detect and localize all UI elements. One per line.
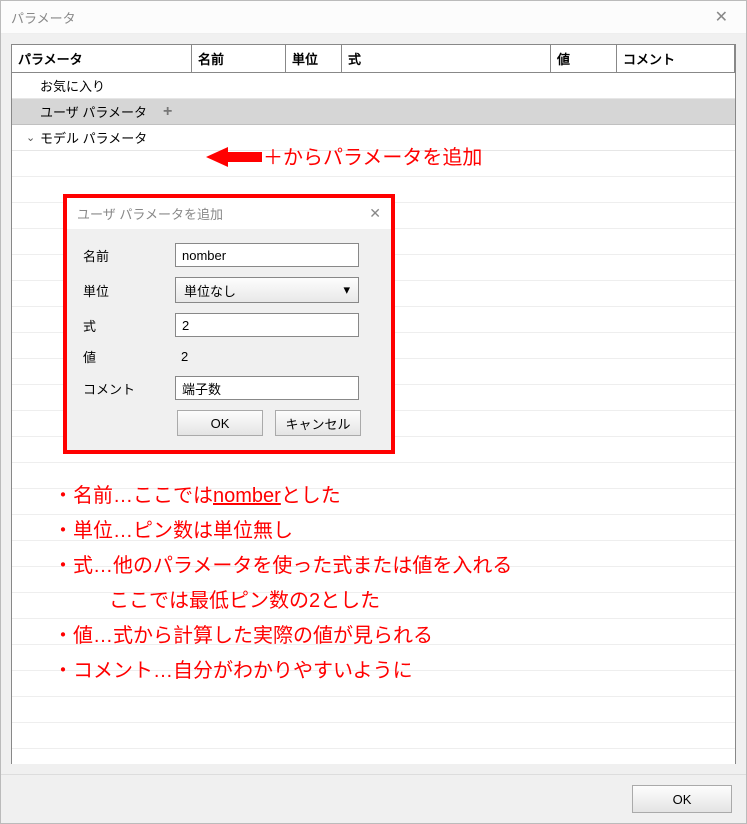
input-expr[interactable]	[175, 313, 359, 337]
grid-header: パラメータ 名前 単位 式 値 コメント	[12, 45, 735, 73]
label-name: 名前	[83, 246, 175, 265]
dialog-title: ユーザ パラメータを追加	[77, 204, 223, 223]
tree-label: ユーザ パラメータ	[40, 102, 147, 121]
note-value: ・値…式から計算した実際の値が見られる	[53, 619, 512, 654]
note-expr-cont: ここでは最低ピン数の2とした	[53, 584, 512, 619]
col-expr[interactable]: 式	[342, 45, 551, 72]
col-name[interactable]: 名前	[192, 45, 286, 72]
add-user-param-dialog: ユーザ パラメータを追加 ✕ 名前 単位 単位なし ▾ 式	[63, 194, 395, 454]
chevron-down-icon: ▾	[343, 282, 350, 298]
note-name: ・名前…ここではnomberとした	[53, 479, 512, 514]
col-unit[interactable]: 単位	[286, 45, 342, 72]
chevron-down-icon[interactable]: ⌄	[26, 131, 35, 144]
dialog-buttons: OK キャンセル	[83, 410, 375, 438]
value-display: 2	[175, 349, 188, 364]
annotation-arrow-text: ＋からパラメータを追加	[263, 141, 482, 170]
tree-label: お気に入り	[40, 76, 105, 95]
dialog-ok-button[interactable]: OK	[177, 410, 263, 436]
window-title: パラメータ	[11, 8, 76, 27]
col-value[interactable]: 値	[551, 45, 617, 72]
select-unit[interactable]: 単位なし ▾	[175, 277, 359, 303]
row-comment: コメント	[83, 376, 375, 400]
input-name[interactable]	[175, 243, 359, 267]
close-icon[interactable]: ✕	[707, 7, 736, 27]
tree-favorites[interactable]: お気に入り	[12, 73, 735, 99]
dialog-close-icon[interactable]: ✕	[369, 205, 381, 222]
tree-user-params[interactable]: ユーザ パラメータ +	[12, 99, 735, 125]
row-name: 名前	[83, 243, 375, 267]
tree-label: モデル パラメータ	[40, 128, 147, 147]
dialog-cancel-button[interactable]: キャンセル	[275, 410, 361, 436]
label-value: 値	[83, 347, 175, 366]
label-expr: 式	[83, 316, 175, 335]
dialog-titlebar: ユーザ パラメータを追加 ✕	[67, 198, 391, 229]
col-parameter[interactable]: パラメータ	[12, 45, 192, 72]
note-unit: ・単位…ピン数は単位無し	[53, 514, 512, 549]
label-comment: コメント	[83, 379, 175, 398]
annotation-notes: ・名前…ここではnomberとした ・単位…ピン数は単位無し ・式…他のパラメー…	[53, 479, 512, 689]
note-expr: ・式…他のパラメータを使った式または値を入れる	[53, 549, 512, 584]
dialog-form: 名前 単位 単位なし ▾ 式 値 2	[67, 229, 391, 450]
add-user-param-icon[interactable]: +	[163, 103, 172, 121]
select-unit-value: 単位なし	[184, 281, 236, 300]
input-comment[interactable]	[175, 376, 359, 400]
note-comment: ・コメント…自分がわかりやすいように	[53, 654, 512, 689]
row-unit: 単位 単位なし ▾	[83, 277, 375, 303]
tree: お気に入り ユーザ パラメータ + ⌄ モデル パラメータ	[12, 73, 735, 151]
content-area: パラメータ 名前 単位 式 値 コメント お気に入り ユーザ パラメータ +	[1, 34, 746, 774]
main-ok-button[interactable]: OK	[632, 785, 732, 813]
label-unit: 単位	[83, 281, 175, 300]
titlebar: パラメータ ✕	[1, 1, 746, 34]
row-value: 値 2	[83, 347, 375, 366]
footer: OK	[1, 774, 746, 823]
row-expr: 式	[83, 313, 375, 337]
col-comment[interactable]: コメント	[617, 45, 735, 72]
parameters-window: パラメータ ✕ パラメータ 名前 単位 式 値 コメント お気に入り	[0, 0, 747, 824]
